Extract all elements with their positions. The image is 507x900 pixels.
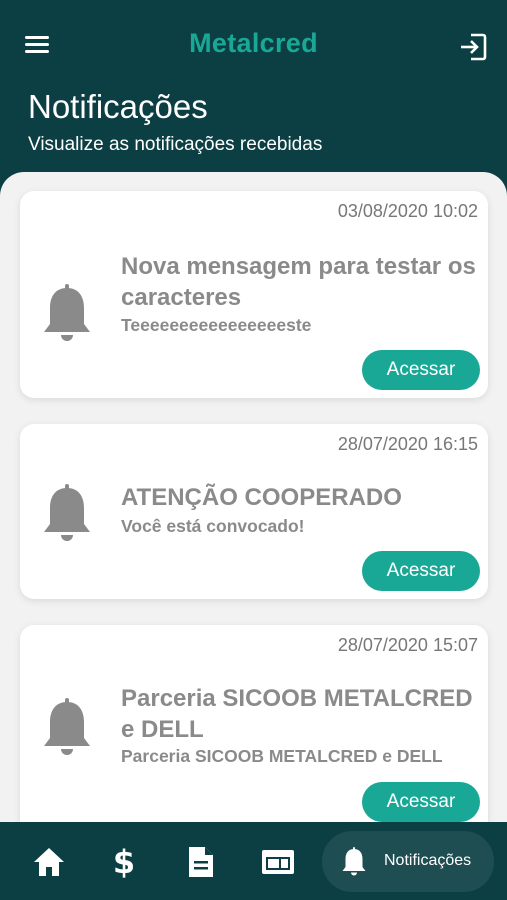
bell-icon: [342, 847, 366, 876]
nav-home[interactable]: [29, 842, 69, 882]
page-title: Notificações: [28, 88, 208, 125]
notification-title: Parceria SICOOB METALCRED e DELL: [121, 685, 473, 743]
notification-date: 28/07/2020 16:15: [337, 434, 478, 454]
notification-title: Nova mensagem para testar os caracteres: [121, 253, 476, 311]
document-icon: [189, 847, 213, 877]
bottom-nav: $ Notificações: [0, 822, 507, 900]
dollar-icon: $: [112, 843, 136, 881]
page-subtitle: Visualize as notificações recebidas: [28, 134, 323, 155]
access-button[interactable]: Acessar: [362, 551, 480, 591]
nav-finance[interactable]: $: [104, 842, 144, 882]
card-icon: [262, 850, 294, 874]
notification-body: Teeeeeeeeeeeeeeeeste: [121, 315, 312, 335]
notification-date: 28/07/2020 15:07: [337, 635, 478, 655]
notification-title: ATENÇÃO COOPERADO: [121, 484, 402, 511]
notification-card: 03/08/2020 10:02 Nova mensagem para test…: [20, 191, 488, 398]
nav-cards[interactable]: [258, 842, 298, 882]
nav-documents[interactable]: [181, 842, 221, 882]
notifications-list[interactable]: 03/08/2020 10:02 Nova mensagem para test…: [0, 172, 507, 822]
logout-button[interactable]: [457, 31, 489, 63]
access-button[interactable]: Acessar: [362, 350, 480, 390]
notification-body: Você está convocado!: [121, 516, 305, 536]
notification-body: Parceria SICOOB METALCRED e DELL: [121, 746, 443, 766]
nav-notifications[interactable]: Notificações: [322, 831, 494, 892]
bell-icon: [44, 484, 90, 541]
notification-card: 28/07/2020 16:15 ATENÇÃO COOPERADO Você …: [20, 424, 488, 599]
notification-date: 03/08/2020 10:02: [337, 201, 478, 221]
top-bar: Metalcred: [0, 0, 507, 90]
notification-card: 28/07/2020 15:07 Parceria SICOOB METALCR…: [20, 625, 488, 822]
nav-notifications-label: Notificações: [384, 852, 472, 869]
bell-icon: [44, 284, 90, 341]
app-brand: Metalcred: [189, 28, 318, 58]
access-button[interactable]: Acessar: [362, 782, 480, 822]
logout-icon: [461, 33, 487, 61]
home-icon: [34, 848, 64, 876]
bell-icon: [44, 698, 90, 755]
